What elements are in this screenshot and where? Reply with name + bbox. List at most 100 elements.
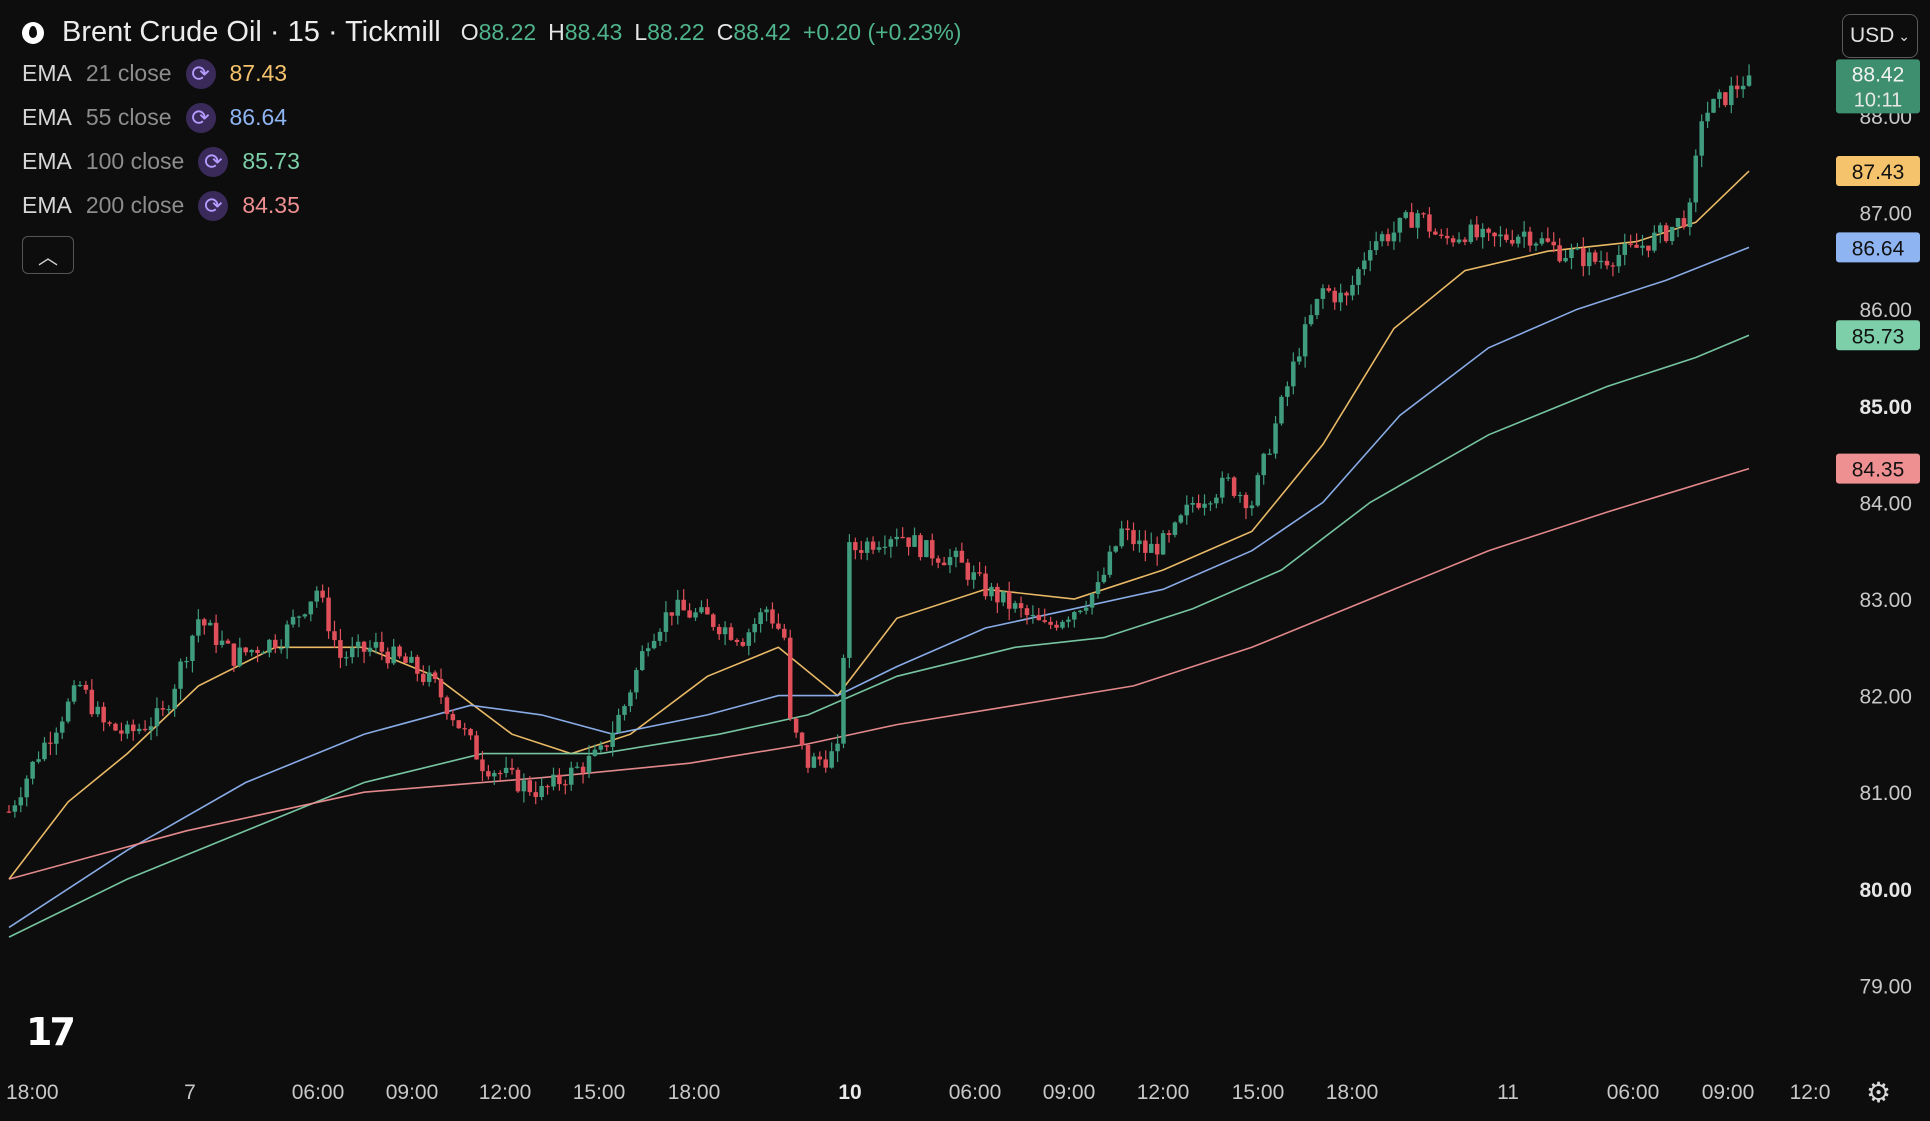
candle-body xyxy=(509,767,515,770)
candle xyxy=(1018,596,1024,618)
currency-button[interactable]: USD ⌄ xyxy=(1842,14,1918,58)
candle xyxy=(1279,394,1284,426)
candle xyxy=(947,548,953,574)
high-value: 88.43 xyxy=(564,19,623,45)
candle xyxy=(267,638,272,658)
candle-body xyxy=(900,536,905,539)
candle xyxy=(391,638,396,666)
candle-body xyxy=(586,755,592,773)
indicator-ema-21[interactable]: EMA 21 close ⟳ 87.43 xyxy=(22,58,300,89)
candle-body xyxy=(930,540,935,559)
candle-body xyxy=(125,724,130,734)
candle xyxy=(1622,233,1627,266)
candle-body xyxy=(202,619,207,626)
collapse-legend-button[interactable]: ︿ xyxy=(22,236,74,274)
indicator-value: 84.35 xyxy=(242,192,300,218)
ema-line-3 xyxy=(8,467,1750,880)
candle xyxy=(604,744,609,752)
indicator-ema-55[interactable]: EMA 55 close ⟳ 86.64 xyxy=(22,102,300,133)
candle-body xyxy=(1296,356,1302,362)
candle-body xyxy=(1154,543,1160,555)
candle xyxy=(154,697,160,737)
candle-body xyxy=(977,572,982,574)
candle-body xyxy=(1711,98,1716,113)
candle-body xyxy=(397,646,402,657)
candle-body xyxy=(1622,243,1627,255)
time-tick-label: 09:00 xyxy=(386,1081,439,1104)
candle-body xyxy=(1634,244,1639,248)
candle xyxy=(716,623,722,640)
candle xyxy=(1285,381,1290,407)
candle-body xyxy=(1663,225,1669,242)
candle xyxy=(361,640,367,664)
candle-body xyxy=(716,626,722,635)
candle xyxy=(977,561,982,577)
candle xyxy=(1083,600,1089,615)
candle xyxy=(1024,604,1030,625)
cycle-icon[interactable]: ⟳ xyxy=(185,58,216,89)
candle xyxy=(1527,226,1533,252)
candle xyxy=(1628,234,1633,248)
candle-body xyxy=(83,684,89,690)
candle-body xyxy=(604,745,609,747)
candle-body xyxy=(267,639,272,653)
candle-body xyxy=(1066,619,1071,622)
candle-body xyxy=(415,656,420,674)
candle xyxy=(1119,520,1124,549)
candle xyxy=(338,628,343,669)
candle xyxy=(1356,267,1361,295)
candle-body xyxy=(1658,225,1663,233)
candle-body xyxy=(6,811,12,813)
candle-body xyxy=(1196,503,1201,508)
cycle-icon[interactable]: ⟳ xyxy=(198,146,229,177)
candle xyxy=(456,719,462,729)
candle-body xyxy=(36,759,41,762)
candle-body xyxy=(361,641,367,652)
candle xyxy=(965,558,971,586)
cycle-icon[interactable]: ⟳ xyxy=(185,102,216,133)
tradingview-logo[interactable]: 17 xyxy=(26,1010,76,1054)
cycle-icon[interactable]: ⟳ xyxy=(198,190,229,221)
indicator-params: 200 close xyxy=(85,192,185,218)
candle-body xyxy=(1285,386,1290,397)
change-value: +0.20 (+0.23%) xyxy=(802,19,962,45)
gear-icon[interactable]: ⚙ xyxy=(1866,1076,1891,1109)
candle xyxy=(1072,610,1077,628)
candle xyxy=(776,613,781,631)
time-tick-label: 12:00 xyxy=(1137,1081,1190,1104)
candle-body xyxy=(1687,202,1693,228)
candle-body xyxy=(314,590,319,602)
candle xyxy=(1616,245,1622,273)
candle xyxy=(320,584,325,603)
candle xyxy=(681,589,686,611)
candle xyxy=(497,770,503,781)
candle-body xyxy=(817,756,823,760)
candle-body xyxy=(1415,213,1420,228)
candle xyxy=(1427,207,1432,238)
symbol-title[interactable]: Brent Crude Oil · 15 · Tickmill xyxy=(62,16,441,49)
candle xyxy=(219,630,225,648)
candle xyxy=(1178,513,1184,524)
candle xyxy=(385,647,391,669)
candle xyxy=(462,722,467,736)
time-tick-label: 15:00 xyxy=(1232,1081,1285,1104)
candle-body xyxy=(634,669,639,693)
candle xyxy=(563,779,568,795)
candle-body xyxy=(1640,245,1645,248)
candle xyxy=(912,527,917,547)
candle xyxy=(1604,252,1610,270)
candle xyxy=(770,602,775,629)
candle xyxy=(24,775,29,807)
indicator-ema-200[interactable]: EMA 200 close ⟳ 84.35 xyxy=(22,190,300,221)
candle xyxy=(509,758,515,775)
candle-body xyxy=(1249,505,1255,509)
candle xyxy=(1681,210,1687,230)
candle xyxy=(1101,567,1107,584)
time-tick-label: 18:00 xyxy=(1326,1081,1379,1104)
candle-body xyxy=(101,706,106,723)
candle-body xyxy=(71,685,77,702)
candle-body xyxy=(965,562,971,580)
indicator-ema-100[interactable]: EMA 100 close ⟳ 85.73 xyxy=(22,146,300,177)
candle-body xyxy=(1137,540,1142,545)
candle xyxy=(1498,226,1503,247)
